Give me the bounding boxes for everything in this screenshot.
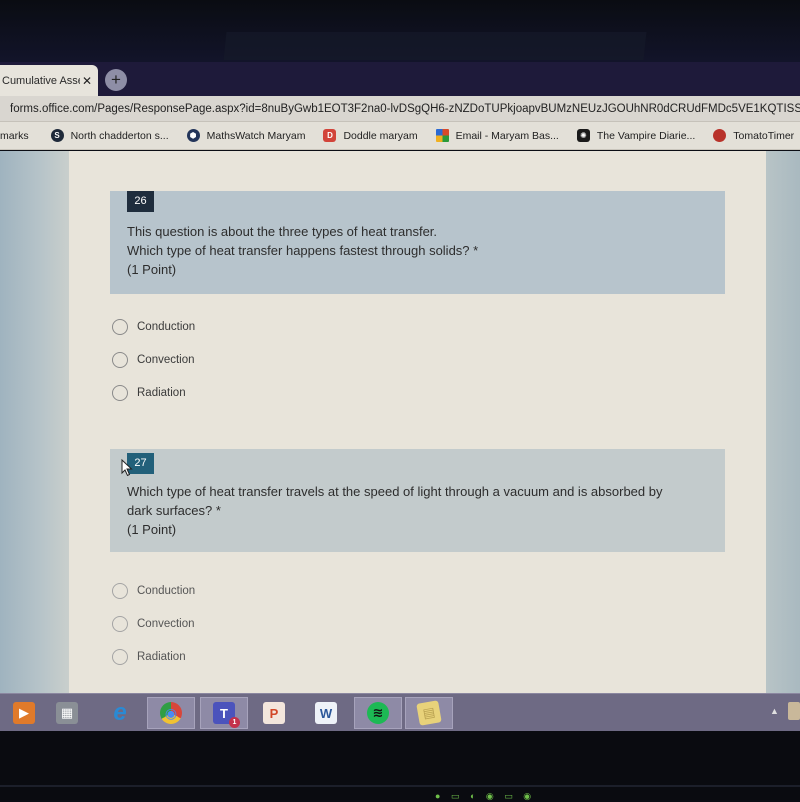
bookmark-item[interactable]: marks — [0, 130, 29, 142]
spotify-icon: ≋ — [367, 702, 389, 724]
bookmark-item[interactable]: S North chadderton s... — [50, 129, 169, 142]
taskbar-spotify[interactable]: ≋ — [354, 697, 402, 729]
address-bar[interactable]: forms.office.com/Pages/ResponsePage.aspx… — [0, 96, 800, 122]
page-background-left — [0, 151, 69, 693]
option-conduction[interactable]: Conduction — [112, 310, 195, 343]
monitor-bezel-top — [0, 0, 800, 62]
option-convection[interactable]: Convection — [112, 343, 195, 376]
bezel-reflection — [223, 32, 647, 60]
browser-tab-active[interactable]: Cumulative Asse ✕ — [0, 65, 98, 96]
answer-options-26: Conduction Convection Radiation — [112, 310, 195, 409]
option-label: Conduction — [137, 320, 196, 333]
close-tab-icon[interactable]: ✕ — [82, 74, 92, 88]
taskbar-calculator[interactable]: ▦ — [43, 697, 91, 729]
taskbar-word[interactable]: W — [302, 697, 350, 729]
bookmark-label: Email - Maryam Bas... — [455, 129, 559, 142]
bookmark-label: marks — [0, 129, 29, 142]
question-line: Which type of heat transfer happens fast… — [127, 243, 479, 258]
question-text: Which type of heat transfer travels at t… — [127, 482, 707, 539]
monitor-bezel-bottom: ● ▭ ◐ ◉ ▭ ◉ — [0, 731, 800, 801]
taskbar-teams[interactable]: T1 — [200, 697, 248, 729]
question-card-26: 26 This question is about the three type… — [110, 191, 725, 294]
new-tab-button[interactable]: + — [105, 69, 127, 91]
bookmark-item[interactable]: D Doddle maryam — [323, 129, 418, 142]
url-text[interactable]: forms.office.com/Pages/ResponsePage.aspx… — [10, 103, 800, 115]
bezel-edge — [0, 785, 800, 787]
option-radiation[interactable]: Radiation — [112, 376, 195, 409]
form-body: 26 This question is about the three type… — [69, 151, 766, 693]
question-line: dark surfaces? * — [127, 503, 221, 518]
page-viewport: 26 This question is about the three type… — [0, 151, 800, 693]
calculator-icon: ▦ — [56, 702, 78, 724]
radio-button[interactable] — [112, 615, 128, 632]
office-grid-icon — [435, 129, 449, 142]
bookmark-item[interactable]: ⬢ MathsWatch Maryam — [186, 129, 306, 142]
taskbar-internet-explorer[interactable]: e — [96, 697, 144, 729]
teams-glyph: T — [220, 705, 228, 721]
doddle-icon: D — [323, 129, 337, 142]
show-hidden-icons-button[interactable]: ▲ — [770, 706, 779, 716]
tomato-icon — [713, 129, 727, 142]
question-points: (1 Point) — [127, 522, 177, 537]
option-convection[interactable]: Convection — [112, 607, 195, 640]
option-label: Convection — [137, 353, 195, 366]
question-points: (1 Point) — [127, 262, 177, 277]
tray-app-icon[interactable] — [788, 702, 800, 720]
radio-button[interactable] — [112, 351, 128, 368]
film-reel-icon: ✺ — [576, 129, 590, 142]
radio-button[interactable] — [112, 384, 128, 401]
teams-icon: T1 — [213, 702, 240, 728]
question-text: This question is about the three types o… — [127, 222, 707, 279]
answer-options-27: Conduction Convection Radiation — [112, 574, 195, 673]
school-icon: S — [50, 129, 64, 142]
question-number: 26 — [127, 191, 154, 212]
notification-badge: 1 — [229, 717, 240, 728]
taskbar-chrome[interactable]: ◉ — [147, 697, 195, 729]
mouse-cursor-icon — [121, 459, 133, 477]
bookmark-label: TomatoTimer — [733, 129, 795, 142]
chrome-icon: ◉ — [160, 702, 182, 724]
internet-explorer-icon: e — [113, 699, 127, 726]
radio-button[interactable] — [112, 582, 128, 599]
bookmarks-bar: marks S North chadderton s... ⬢ MathsWatch… — [0, 122, 800, 150]
option-label: Convection — [137, 617, 195, 630]
page-background-right — [766, 151, 800, 693]
sticky-notes-icon: ▤ — [416, 700, 442, 726]
bookmark-label: North chadderton s... — [70, 129, 169, 142]
option-conduction[interactable]: Conduction — [112, 574, 195, 607]
bookmark-label: The Vampire Diarie... — [596, 129, 696, 142]
option-radiation[interactable]: Radiation — [112, 640, 195, 673]
taskbar-sticky-notes[interactable]: ▤ — [405, 697, 453, 729]
tab-strip: Cumulative Asse ✕ + — [0, 62, 800, 96]
option-label: Radiation — [137, 386, 186, 399]
taskbar-powerpoint[interactable]: P — [250, 697, 298, 729]
media-player-icon: ▶ — [13, 702, 35, 724]
bookmark-label: MathsWatch Maryam — [206, 129, 306, 142]
option-label: Radiation — [137, 650, 186, 663]
powerpoint-icon: P — [263, 702, 285, 724]
keyboard-indicator-lights: ● ▭ ◐ ◉ ▭ ◉ — [435, 791, 536, 801]
taskbar: ▶ ▦ e ◉ T1 P W ≋ ▤ ▲ — [0, 693, 800, 731]
mathswatch-icon: ⬢ — [186, 129, 200, 142]
option-label: Conduction — [137, 584, 196, 597]
question-card-27: 27 Which type of heat transfer travels a… — [110, 449, 725, 552]
word-icon: W — [315, 702, 337, 724]
bookmark-item[interactable]: Email - Maryam Bas... — [435, 129, 559, 142]
taskbar-media-player[interactable]: ▶ — [0, 697, 48, 729]
bookmark-label: Doddle maryam — [343, 129, 418, 142]
radio-button[interactable] — [112, 648, 128, 665]
question-line: This question is about the three types o… — [127, 224, 438, 239]
tab-title: Cumulative Asse — [2, 74, 80, 87]
bookmark-item[interactable]: TomatoTimer — [713, 129, 794, 142]
radio-button[interactable] — [112, 318, 128, 335]
question-line: Which type of heat transfer travels at t… — [127, 484, 663, 499]
bookmark-item[interactable]: ✺ The Vampire Diarie... — [576, 129, 696, 142]
